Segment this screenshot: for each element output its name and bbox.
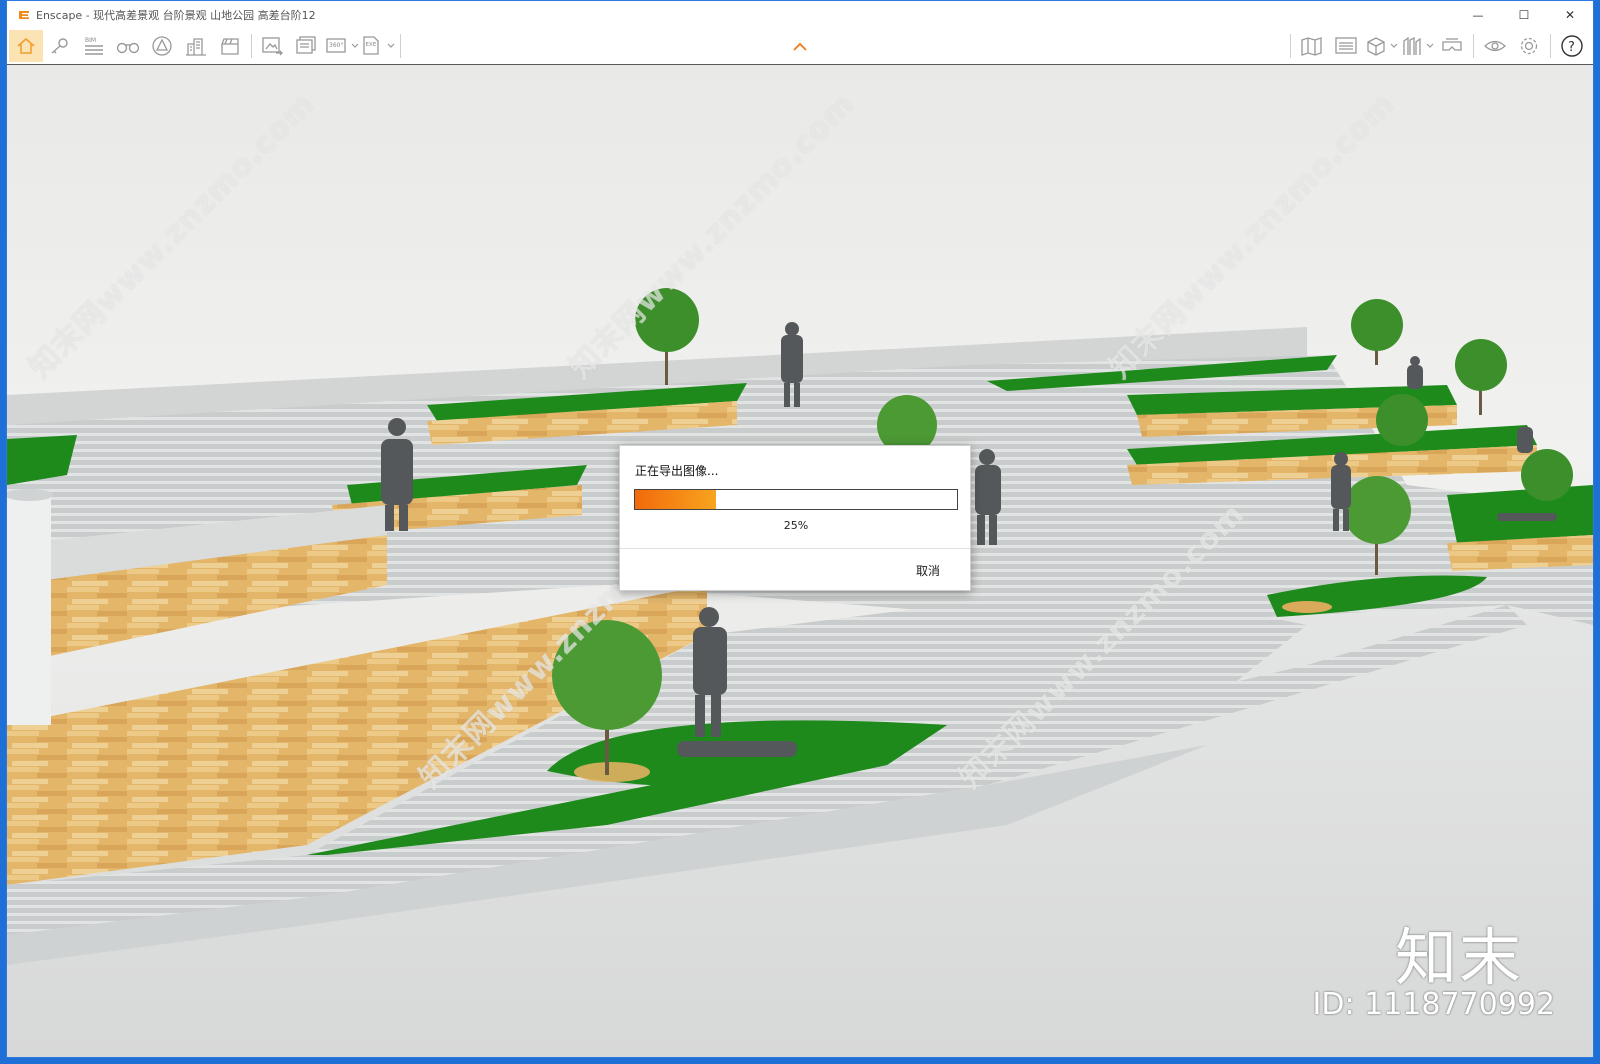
panorama-button[interactable]: 360° [324,30,350,62]
chevron-down-icon [1390,43,1398,48]
exe-export-icon: EXE [363,36,379,55]
buildings-icon [186,38,206,56]
chevron-down-icon [351,43,359,48]
toolbar-separator [1550,34,1551,58]
toolbar-separator [1290,34,1291,58]
exe-export-button[interactable]: EXE [360,30,386,62]
settings-button[interactable] [1512,30,1546,62]
video-editor-button[interactable] [213,30,247,62]
cube-button[interactable] [1363,30,1389,62]
bim-label: BIM [85,37,96,44]
asset-library-dropdown[interactable] [1425,30,1435,62]
close-icon: ✕ [1564,8,1576,22]
binoculars-icon [116,42,140,54]
close-button[interactable]: ✕ [1547,1,1593,29]
window-controls: — ☐ ✕ [1455,1,1593,29]
visual-settings-button[interactable] [1478,30,1512,62]
exe-label: EXE [366,42,377,48]
screenshot-icon [262,37,283,56]
map-icon [1301,37,1322,56]
minimize-icon: — [1472,8,1484,22]
clapper-icon [221,38,239,55]
collapse-toolbar-icon[interactable] [793,43,807,51]
warning-button[interactable] [145,30,179,62]
enscape-logo-icon [19,11,29,19]
panorama-360-icon: 360° [326,38,346,53]
bim-button[interactable]: BIM [77,30,111,62]
minimize-button[interactable]: — [1455,1,1501,29]
maximize-icon: ☐ [1518,8,1530,22]
dialog-divider [620,548,970,549]
batch-render-icon [296,36,316,54]
watermark-id: ID: 1118770992 [1312,987,1555,1022]
cube-dropdown[interactable] [1389,30,1399,62]
exe-dropdown[interactable] [386,30,396,62]
progress-bar [634,489,958,510]
chevron-down-icon [1426,43,1434,48]
toolbar-separator [400,34,401,58]
asset-library-button[interactable] [1399,30,1425,62]
pano-label: 360° [329,42,343,49]
batch-render-button[interactable] [290,30,324,62]
main-toolbar: BIM 360° EXE ? [7,29,1593,65]
key-icon [51,38,68,54]
map-button[interactable] [1295,30,1329,62]
views-button[interactable] [1329,30,1363,62]
vr-button[interactable] [1435,30,1469,62]
cancel-button[interactable]: 取消 [916,562,940,579]
enscape-window: Enscape - 现代高差景观 台阶景观 山地公园 高差台阶12 — ☐ ✕ … [6,0,1594,1058]
bim-icon: BIM [85,37,103,55]
cube-icon [1367,37,1385,56]
toolbar-separator [1473,34,1474,58]
screenshot-button[interactable] [256,30,290,62]
toolbar-separator [251,34,252,58]
dialog-title: 正在导出图像... [635,464,719,478]
buildings-button[interactable] [179,30,213,62]
progress-fill [635,490,716,509]
help-label: ? [1568,40,1575,55]
help-button[interactable]: ? [1555,30,1589,62]
home-icon [17,37,35,54]
toolbar-right-group: ? [1286,29,1589,63]
views-icon [1335,37,1357,54]
binoculars-button[interactable] [111,30,145,62]
window-title: Enscape - 现代高差景观 台阶景观 山地公园 高差台阶12 [36,9,316,22]
vr-headset-icon [1442,38,1462,51]
eye-icon [1484,40,1506,52]
key-button[interactable] [43,30,77,62]
settings-icon [1520,37,1538,55]
asset-library-icon [1403,36,1421,55]
title-bar: Enscape - 现代高差景观 台阶景观 山地公园 高差台阶12 — ☐ ✕ [7,1,1593,29]
help-icon: ? [1561,35,1583,57]
panorama-dropdown[interactable] [350,30,360,62]
export-progress-dialog: 正在导出图像... 25% 取消 [619,445,971,591]
progress-percent: 25% [783,519,809,532]
toolbar-left-group: BIM 360° EXE [9,29,405,63]
maximize-button[interactable]: ☐ [1501,1,1547,29]
chevron-down-icon [387,43,395,48]
warning-icon [152,36,172,56]
watermark-logo: 知末 [1394,921,1523,994]
home-button[interactable] [9,30,43,62]
